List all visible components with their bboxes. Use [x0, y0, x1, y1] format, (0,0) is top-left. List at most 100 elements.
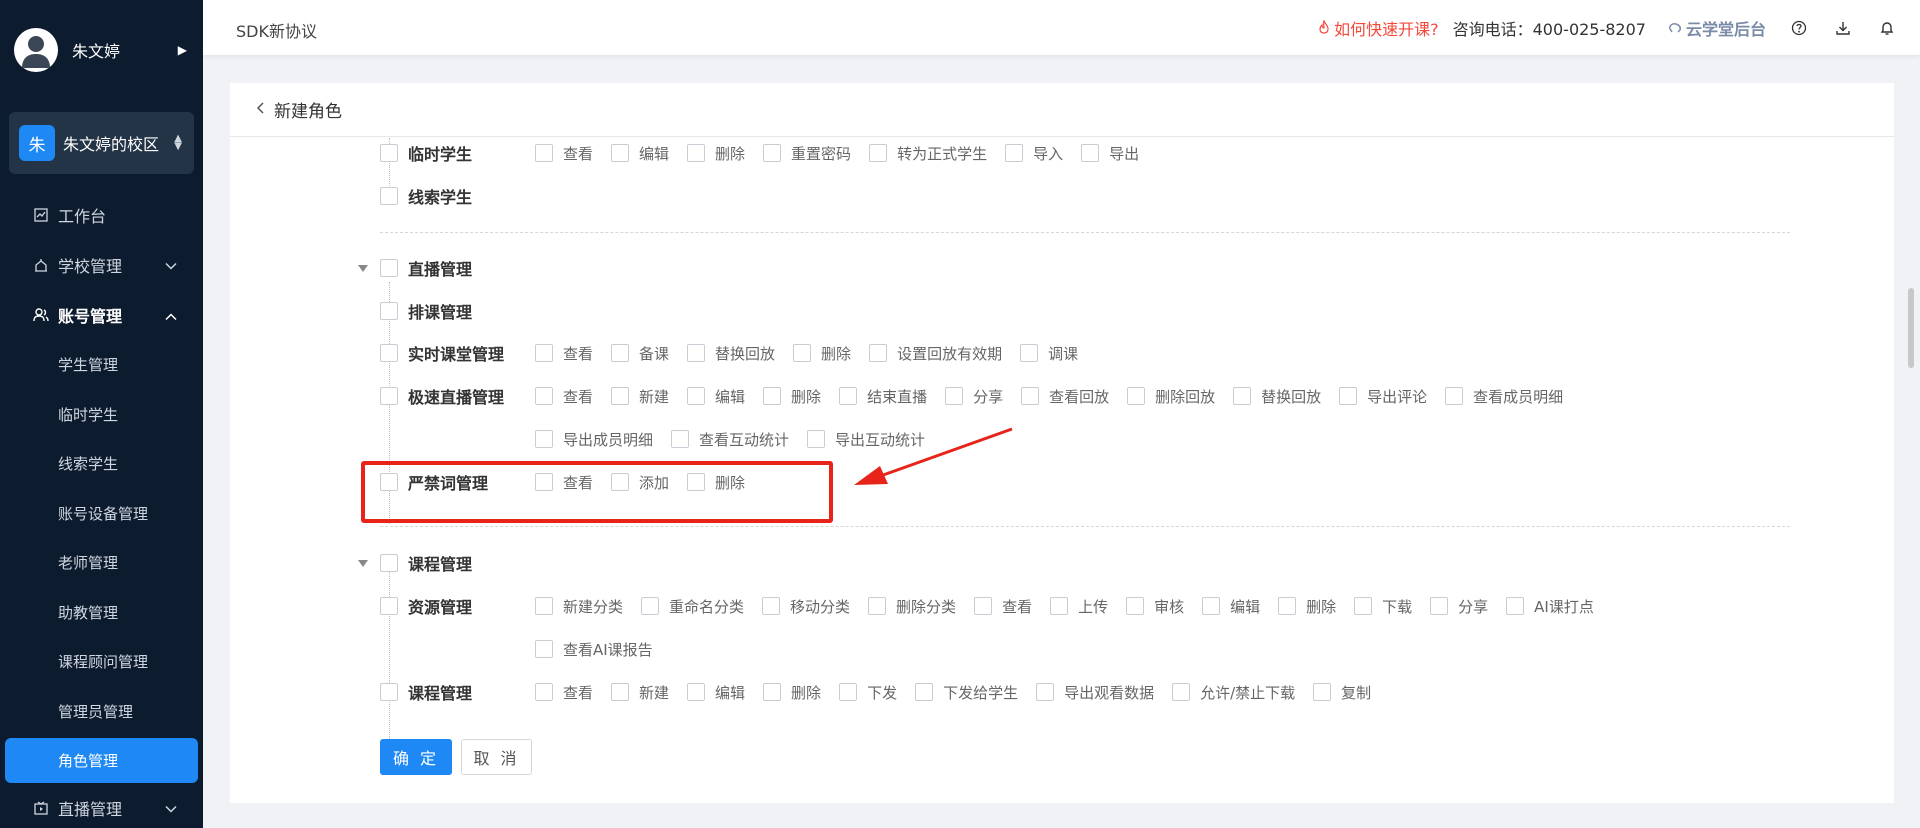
checkbox[interactable]	[687, 344, 706, 362]
checkbox[interactable]	[1126, 597, 1145, 615]
download-icon[interactable]	[1832, 17, 1854, 39]
perm-option[interactable]: 导出互动统计	[807, 429, 925, 450]
checkbox[interactable]	[1233, 387, 1252, 405]
perm-option[interactable]: 重命名分类	[641, 596, 744, 617]
perm-option[interactable]: 新建	[611, 682, 669, 703]
checkbox[interactable]	[1339, 387, 1358, 405]
checkbox[interactable]	[868, 597, 887, 615]
checkbox[interactable]	[380, 597, 398, 615]
checkbox[interactable]	[535, 387, 553, 405]
checkbox[interactable]	[380, 683, 398, 701]
checkbox[interactable]	[1445, 387, 1464, 405]
checkbox[interactable]	[535, 344, 553, 362]
checkbox[interactable]	[1036, 683, 1055, 701]
perm-option[interactable]: 删除	[687, 143, 745, 164]
sidebar-item-assistant[interactable]: 助教管理	[0, 588, 203, 638]
checkbox[interactable]	[807, 430, 826, 448]
checkbox[interactable]	[380, 554, 398, 572]
perm-option[interactable]: 新建	[611, 386, 669, 407]
checkbox[interactable]	[869, 344, 888, 362]
perm-option[interactable]: 复制	[1313, 682, 1371, 703]
perm-option[interactable]: 查看互动统计	[671, 429, 789, 450]
perm-option[interactable]: 调课	[1020, 343, 1078, 364]
checkbox[interactable]	[1506, 597, 1525, 615]
checkbox[interactable]	[380, 187, 398, 205]
checkbox[interactable]	[687, 387, 706, 405]
scrollbar[interactable]	[1908, 288, 1914, 368]
perm-option[interactable]: 查看	[535, 682, 593, 703]
checkbox[interactable]	[1021, 387, 1040, 405]
perm-option[interactable]: 结束直播	[839, 386, 927, 407]
checkbox[interactable]	[687, 144, 706, 162]
checkbox[interactable]	[1202, 597, 1221, 615]
checkbox[interactable]	[762, 597, 781, 615]
perm-option[interactable]: 新建分类	[535, 596, 623, 617]
bell-icon[interactable]	[1876, 17, 1898, 39]
perm-option[interactable]: 导入	[1005, 143, 1063, 164]
caret-down-icon[interactable]	[358, 265, 368, 272]
checkbox[interactable]	[869, 144, 888, 162]
checkbox[interactable]	[687, 683, 706, 701]
checkbox[interactable]	[1354, 597, 1373, 615]
perm-option[interactable]: 导出成员明细	[535, 429, 653, 450]
perm-option[interactable]: 删除	[763, 682, 821, 703]
checkbox[interactable]	[535, 144, 553, 162]
checkbox[interactable]	[535, 597, 553, 615]
checkbox[interactable]	[763, 683, 782, 701]
perm-option[interactable]: 编辑	[687, 386, 745, 407]
perm-option[interactable]: 查看AI课报告	[535, 639, 653, 660]
checkbox[interactable]	[763, 387, 782, 405]
perm-option[interactable]: 查看成员明细	[1445, 386, 1563, 407]
caret-right-icon[interactable]: ▶	[178, 43, 187, 57]
perm-option[interactable]: 编辑	[687, 682, 745, 703]
chevron-left-icon[interactable]	[256, 101, 264, 118]
menu-item-account[interactable]: 账号管理	[0, 290, 203, 340]
menu-item-live[interactable]: 直播管理	[0, 786, 203, 828]
checkbox[interactable]	[1005, 144, 1024, 162]
checkbox[interactable]	[380, 259, 398, 277]
perm-option[interactable]: 查看	[535, 343, 593, 364]
help-icon[interactable]	[1788, 17, 1810, 39]
confirm-button[interactable]: 确 定	[380, 739, 452, 775]
perm-option[interactable]: 查看回放	[1021, 386, 1109, 407]
perm-option[interactable]: 编辑	[1202, 596, 1260, 617]
perm-option[interactable]: 查看	[535, 386, 593, 407]
checkbox[interactable]	[380, 302, 398, 320]
checkbox[interactable]	[839, 683, 858, 701]
perm-option[interactable]: 删除	[763, 386, 821, 407]
checkbox[interactable]	[611, 344, 630, 362]
fast-start-link[interactable]: 如何快速开课?	[1318, 16, 1439, 40]
perm-option[interactable]: 删除	[793, 343, 851, 364]
checkbox[interactable]	[535, 640, 553, 658]
checkbox[interactable]	[763, 144, 782, 162]
checkbox[interactable]	[839, 387, 858, 405]
checkbox[interactable]	[611, 683, 630, 701]
perm-option[interactable]: 查看	[535, 143, 593, 164]
checkbox[interactable]	[915, 683, 934, 701]
checkbox[interactable]	[1020, 344, 1039, 362]
checkbox[interactable]	[1081, 144, 1100, 162]
perm-option[interactable]: 导出	[1081, 143, 1139, 164]
perm-option[interactable]: 分享	[1430, 596, 1488, 617]
checkbox[interactable]	[945, 387, 964, 405]
perm-option[interactable]: 审核	[1126, 596, 1184, 617]
checkbox[interactable]	[611, 387, 630, 405]
perm-option[interactable]: 下发	[839, 682, 897, 703]
perm-option[interactable]: 重置密码	[763, 143, 851, 164]
checkbox[interactable]	[380, 387, 398, 405]
sidebar-item-advisor[interactable]: 课程顾问管理	[0, 637, 203, 687]
perm-option[interactable]: 上传	[1050, 596, 1108, 617]
sidebar-item-student[interactable]: 学生管理	[0, 340, 203, 390]
cancel-button[interactable]: 取 消	[461, 739, 532, 775]
perm-option[interactable]: 删除分类	[868, 596, 956, 617]
checkbox[interactable]	[380, 344, 398, 362]
perm-option[interactable]: 备课	[611, 343, 669, 364]
sidebar-item-lead-student[interactable]: 线索学生	[0, 439, 203, 489]
checkbox[interactable]	[611, 144, 630, 162]
checkbox[interactable]	[793, 344, 812, 362]
perm-option[interactable]: AI课打点	[1506, 596, 1594, 617]
campus-switcher[interactable]: 朱 朱文婷的校区 ▲ ▼	[9, 112, 194, 174]
user-profile[interactable]: 朱文婷 ▶	[0, 0, 203, 100]
sidebar-item-device[interactable]: 账号设备管理	[0, 489, 203, 539]
perm-option[interactable]: 替换回放	[1233, 386, 1321, 407]
